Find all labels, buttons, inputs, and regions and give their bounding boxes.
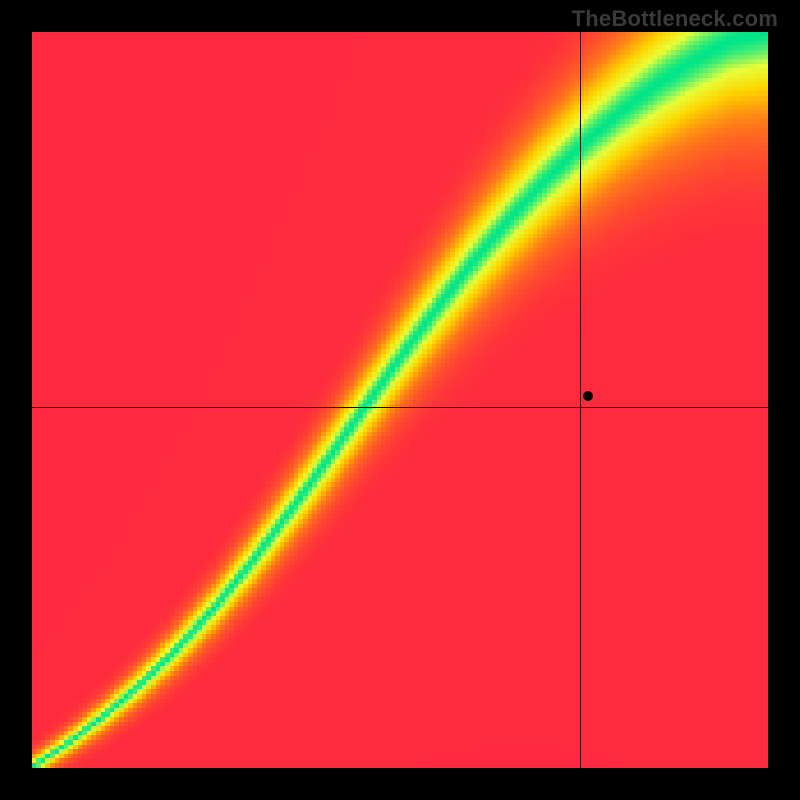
config-marker-dot	[583, 391, 593, 401]
bottleneck-heatmap	[32, 32, 768, 768]
crosshair-vertical	[580, 32, 581, 768]
crosshair-horizontal	[32, 407, 768, 408]
watermark-text: TheBottleneck.com	[572, 6, 778, 32]
chart-frame: TheBottleneck.com	[0, 0, 800, 800]
